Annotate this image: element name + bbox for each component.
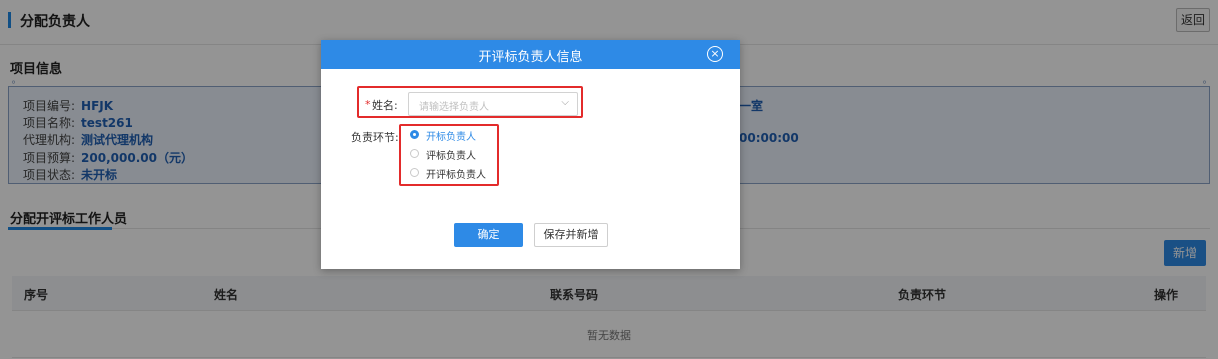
close-icon[interactable]: ×: [707, 46, 723, 62]
stage-label: 负责环节:: [351, 131, 399, 144]
confirm-button[interactable]: 确定: [454, 223, 523, 247]
select-placeholder: 请输选择负责人: [419, 102, 489, 113]
leader-select[interactable]: 请输选择负责人 ⌵: [408, 92, 578, 116]
chevron-down-icon: ⌵: [561, 97, 569, 108]
radio-unchecked-icon: [410, 168, 419, 177]
required-mark: *: [365, 98, 371, 111]
name-label: 姓名:: [372, 99, 398, 112]
assign-leader-dialog: 开评标负责人信息 × * 姓名: 请输选择负责人 ⌵ 负责环节: 开标负责人 评…: [321, 40, 740, 269]
radio-label: 评标负责人: [426, 151, 476, 162]
dialog-header: 开评标负责人信息 ×: [321, 40, 740, 69]
dialog-title: 开评标负责人信息: [478, 50, 583, 65]
radio-label: 开评标负责人: [426, 170, 486, 181]
radio-unchecked-icon: [410, 149, 419, 158]
radio-label: 开标负责人: [426, 132, 476, 143]
save-and-new-button[interactable]: 保存并新增: [534, 223, 608, 247]
radio-checked-icon: [410, 130, 419, 139]
